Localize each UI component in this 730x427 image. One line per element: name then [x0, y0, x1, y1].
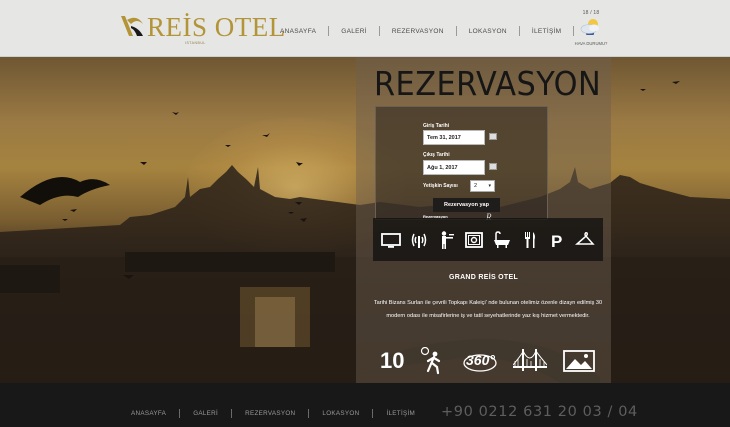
- amenities-bar: P: [373, 218, 603, 261]
- adults-label: Yetişkin Sayısı: [423, 183, 458, 189]
- nav-item-iletisim[interactable]: İLETİŞİM: [532, 28, 562, 35]
- footer-item-anasayfa[interactable]: ANASAYFA: [131, 410, 166, 417]
- footer-divider: [372, 409, 374, 418]
- adults-select[interactable]: 2 ▾: [470, 180, 495, 192]
- nav-item-lokasyon[interactable]: LOKASYON: [469, 28, 507, 35]
- main-nav: ANASAYFA GALERİ REZERVASYON LOKASYON İLE…: [280, 26, 595, 36]
- nav-divider: [378, 26, 380, 36]
- checkout-label: Çıkış Tarihi: [423, 152, 450, 158]
- walk-minutes-value: 10: [380, 348, 405, 373]
- gallery-icon[interactable]: [563, 349, 595, 373]
- nav-item-galeri[interactable]: GALERİ: [341, 28, 367, 35]
- nav-divider: [518, 26, 520, 36]
- svg-text:P: P: [551, 232, 562, 250]
- logo-subtitle: ISTANBUL: [185, 41, 206, 45]
- parking-icon: P: [546, 229, 568, 251]
- checkout-date-input[interactable]: Ağu 1, 2017: [423, 160, 485, 175]
- walking-icon: [421, 347, 441, 375]
- logo-mark-icon: [121, 16, 143, 36]
- wifi-icon: [408, 229, 430, 251]
- bathtub-icon: [491, 229, 513, 251]
- calendar-icon[interactable]: [489, 163, 497, 170]
- checkin-date-input[interactable]: Tem 31, 2017: [423, 130, 485, 145]
- logo-text: REİS OTEL: [147, 12, 286, 42]
- checkin-label: Giriş Tarihi: [423, 123, 450, 129]
- footer-divider: [179, 409, 181, 418]
- partly-cloudy-icon: [580, 19, 599, 34]
- svg-text:360°: 360°: [466, 352, 495, 368]
- adults-value: 2: [474, 183, 478, 189]
- header: REİS OTEL ISTANBUL ANASAYFA GALERİ REZER…: [0, 0, 730, 57]
- safe-icon: [463, 229, 485, 251]
- footer-phone[interactable]: +90 0212 631 20 03 / 04: [441, 404, 638, 420]
- nav-divider: [328, 26, 330, 36]
- room-service-icon: [435, 229, 457, 251]
- chevron-down-icon: ▾: [488, 183, 491, 189]
- footer-item-iletisim[interactable]: İLETİŞİM: [386, 410, 415, 417]
- footer-divider: [231, 409, 233, 418]
- reservation-title: REZERVASYON: [374, 64, 602, 103]
- hotel-stats: 10 360°: [380, 345, 595, 377]
- footer-item-rezervasyon[interactable]: REZERVASYON: [245, 410, 295, 417]
- hotel-name: GRAND REİS OTEL: [448, 274, 519, 281]
- hanger-icon: [574, 229, 596, 251]
- footer-item-galeri[interactable]: GALERİ: [193, 410, 218, 417]
- hotel-description: Tarihi Bizans Surları ile çevrili Topkap…: [373, 300, 603, 319]
- weather-temperature: 18 / 18: [582, 10, 600, 16]
- nav-divider: [455, 26, 457, 36]
- calendar-icon[interactable]: [489, 133, 497, 140]
- weather-widget[interactable]: 18 / 18 HAVA DURUMU?: [574, 10, 608, 46]
- bridge-icon: [513, 349, 548, 371]
- panorama-360-icon[interactable]: 360°: [462, 347, 498, 375]
- footer-nav: ANASAYFA GALERİ REZERVASYON LOKASYON İLE…: [131, 409, 415, 418]
- reservation-submit-button[interactable]: Rezervasyon yap: [433, 198, 500, 212]
- nav-item-rezervasyon[interactable]: REZERVASYON: [392, 28, 444, 35]
- weather-label: HAVA DURUMU?: [574, 41, 608, 46]
- nav-item-anasayfa[interactable]: ANASAYFA: [280, 28, 316, 35]
- tv-icon: [380, 229, 402, 251]
- footer-divider: [308, 409, 310, 418]
- footer-item-lokasyon[interactable]: LOKASYON: [322, 410, 359, 417]
- restaurant-icon: [519, 229, 541, 251]
